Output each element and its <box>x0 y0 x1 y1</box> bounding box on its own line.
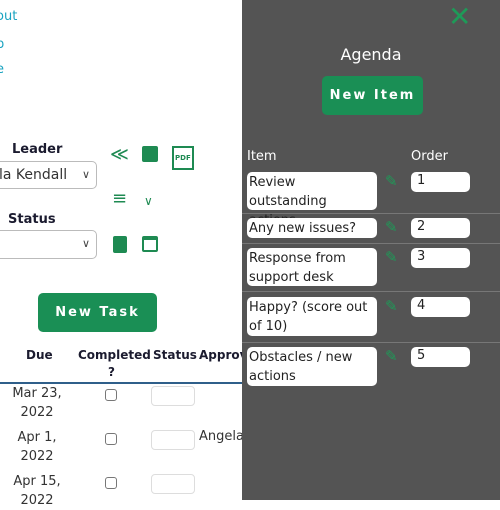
nav-link-other[interactable]: e <box>0 62 4 77</box>
row-divider <box>242 243 500 244</box>
header-approver[interactable]: Approv <box>199 348 247 362</box>
row-divider <box>242 213 500 214</box>
status-input[interactable] <box>151 386 195 406</box>
agenda-order-input[interactable]: 2 <box>411 218 470 238</box>
pencil-icon[interactable]: ✎ <box>385 172 398 190</box>
agenda-item-text[interactable]: Review outstanding actions <box>247 172 377 228</box>
leader-select[interactable]: la Kendall ∨ <box>0 161 97 189</box>
header-completed[interactable]: Completed <box>78 348 151 362</box>
agenda-item-text[interactable]: Any new issues? <box>247 218 377 238</box>
status-input[interactable] <box>151 430 195 450</box>
leader-label: Leader <box>12 142 63 157</box>
status-label: Status <box>8 212 56 227</box>
nav-link-help[interactable]: p <box>0 37 4 52</box>
agenda-order-input[interactable]: 4 <box>411 297 470 317</box>
completed-checkbox[interactable] <box>105 477 117 489</box>
chevron-down-icon: ∨ <box>81 168 90 181</box>
row-divider <box>242 291 500 292</box>
due-date: Apr 1, 2022 <box>17 430 57 464</box>
chevron-down-icon[interactable]: ∨ <box>144 193 153 209</box>
panel-title: Agenda <box>340 45 402 64</box>
header-due[interactable]: Due <box>26 348 53 362</box>
pencil-icon[interactable]: ✎ <box>385 347 398 365</box>
pencil-icon[interactable]: ✎ <box>385 218 398 236</box>
status-input[interactable] <box>151 474 195 494</box>
nav-link-about[interactable]: out <box>0 9 17 24</box>
agenda-item-text[interactable]: Response from support desk <box>247 248 377 286</box>
column-item: Item <box>247 149 277 164</box>
chevron-down-icon: ∨ <box>81 237 90 250</box>
close-icon[interactable]: ✕ <box>448 0 471 33</box>
agenda-item-text[interactable]: Happy? (score out of 10) <box>247 297 377 336</box>
completed-checkbox[interactable] <box>105 433 117 445</box>
agenda-order-input[interactable]: 3 <box>411 248 470 268</box>
pdf-icon[interactable]: PDF <box>172 146 194 170</box>
agenda-panel: ✕ Agenda New Item Item Order Review outs… <box>242 0 500 500</box>
header-status[interactable]: Status <box>153 348 197 362</box>
list-icon[interactable]: ≡ <box>112 190 127 208</box>
calendar-icon[interactable] <box>142 236 158 252</box>
leader-value: la Kendall <box>0 167 68 183</box>
save-icon[interactable] <box>142 146 158 162</box>
completed-checkbox[interactable] <box>105 389 117 401</box>
agenda-order-input[interactable]: 1 <box>411 172 470 192</box>
row-divider <box>242 342 500 343</box>
pencil-icon[interactable]: ✎ <box>385 248 398 266</box>
approver: Angela <box>199 429 244 444</box>
pencil-icon[interactable]: ✎ <box>385 297 398 315</box>
clipboard-icon[interactable] <box>113 236 127 253</box>
due-date: Apr 15, 2022 <box>13 474 61 508</box>
new-task-button[interactable]: New Task <box>38 293 157 332</box>
reply-all-icon[interactable]: ≪ <box>110 146 129 164</box>
due-date: Mar 23, 2022 <box>12 386 62 420</box>
status-select[interactable]: ∨ <box>0 230 97 259</box>
new-item-button[interactable]: New Item <box>322 76 423 115</box>
agenda-order-input[interactable]: 5 <box>411 347 470 367</box>
column-order: Order <box>411 149 448 164</box>
agenda-item-text[interactable]: Obstacles / new actions <box>247 347 377 386</box>
header-completed-q: ? <box>108 365 115 379</box>
